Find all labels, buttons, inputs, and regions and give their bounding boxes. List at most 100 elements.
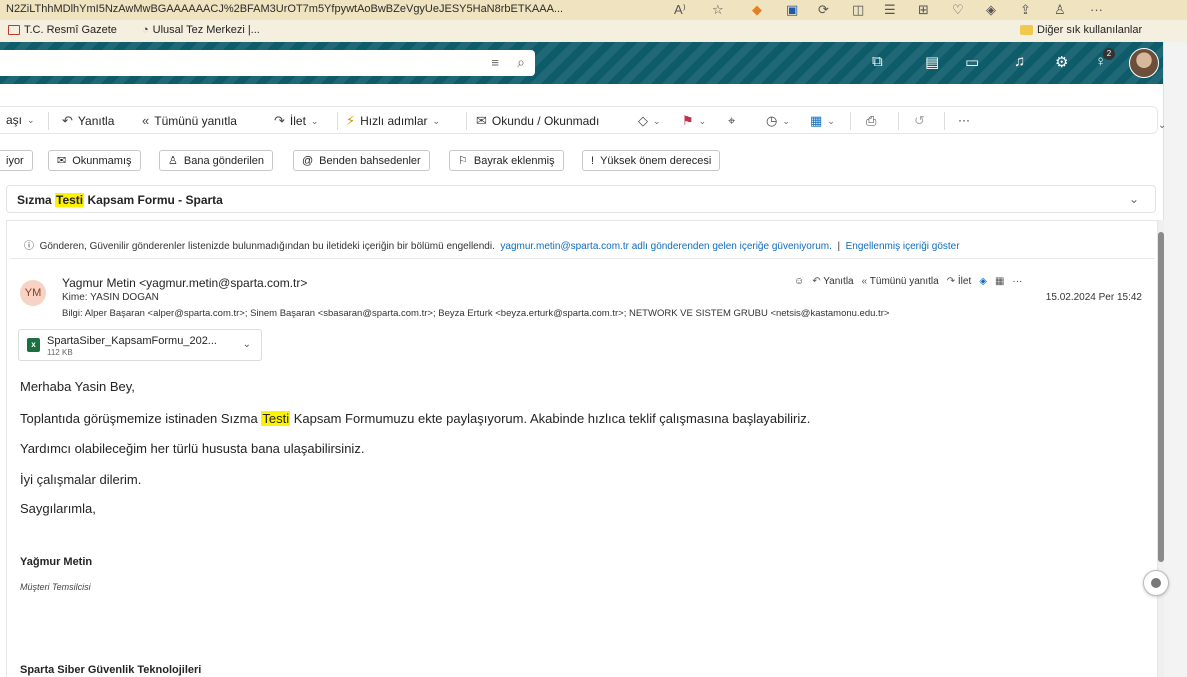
other-favorites[interactable]: Diğer sık kullanılanlar	[1020, 24, 1142, 36]
emoji-reaction-icon[interactable]: ☺	[794, 276, 804, 287]
floating-circle-button[interactable]	[1143, 570, 1169, 596]
settings-gear-icon[interactable]: ⚙	[1055, 53, 1068, 71]
quick-steps-button[interactable]: ⚡ Hızlı adımlar ⌄	[346, 113, 440, 129]
filter-chip-partial[interactable]: iyor	[0, 150, 33, 171]
message-subject-bar[interactable]: Sızma Testi Kapsam Formu - Sparta ⌄	[6, 185, 1156, 213]
excel-file-icon: x	[27, 338, 40, 352]
back-button[interactable]: aşı ⌄	[6, 113, 35, 127]
chevron-down-icon[interactable]: ⌄	[1129, 192, 1139, 206]
more-actions-button[interactable]: ···	[1012, 276, 1022, 287]
exclamation-icon: !	[591, 154, 595, 167]
filter-icon[interactable]: ≡	[491, 55, 499, 70]
snooze-button[interactable]: ◷ ⌄	[766, 113, 790, 129]
read-aloud-icon[interactable]: A⁾	[674, 2, 686, 18]
body-paragraph-3: İyi çalışmalar dilerim.	[20, 472, 142, 487]
body-closing: Saygılarımla,	[20, 501, 96, 516]
divider	[898, 112, 899, 130]
flag-button[interactable]: ⚑ ⌄	[682, 113, 706, 129]
collections-icon[interactable]: ⊞	[918, 2, 929, 18]
reply-button[interactable]: ↶ Yanıtla	[62, 113, 114, 129]
filter-mentions[interactable]: @ Benden bahsedenler	[293, 150, 430, 171]
filter-high-importance[interactable]: ! Yüksek önem derecesi	[582, 150, 721, 171]
share-icon[interactable]: ⇪	[1020, 2, 1031, 18]
filter-flagged[interactable]: ⚐ Bayrak eklenmiş	[449, 150, 564, 171]
divider	[944, 112, 945, 130]
read-unread-button[interactable]: ✉ Okundu / Okunmadı	[476, 113, 599, 129]
browser-address-bar[interactable]: N2ZiLThhMDlhYmI5NzAwMwBGAAAAAACJ%2BFAM3U…	[0, 0, 1187, 20]
subject-title: Sızma Testi Kapsam Formu - Sparta	[17, 193, 223, 207]
clock-icon: ◷	[766, 113, 778, 128]
categorize-button[interactable]: ◇ ⌄	[638, 113, 661, 129]
more-options-icon[interactable]: ···	[1090, 2, 1103, 17]
reply-icon: ↶	[62, 113, 73, 128]
forward-button[interactable]: ↷ İlet	[947, 276, 972, 287]
message-actions: ☺ ↶ Yanıtla « Tümünü yanıtla ↷ İlet ◈ ▦ …	[794, 276, 1022, 287]
search-box[interactable]: ≡ ⌕	[0, 50, 535, 76]
more-actions-button[interactable]: ···	[958, 113, 970, 127]
chat-icon[interactable]: ▭	[965, 53, 979, 71]
forward-icon: ↷	[274, 113, 285, 128]
signature-title: Müşteri Temsilcisi	[20, 582, 91, 592]
show-blocked-content-link[interactable]: Engellenmiş içeriği göster	[846, 241, 960, 252]
filter-to-me[interactable]: ♙ Bana gönderilen	[159, 150, 273, 171]
to-recipients: Kime: YASIN DOGAN	[62, 292, 159, 303]
favorite-star-icon[interactable]: ☆	[712, 2, 724, 18]
metamask-extension-icon[interactable]: ◆	[752, 2, 762, 18]
outlook-header: ≡ ⌕ ⧉ ▤ ▭ ♫ ⚙ ♀ 2	[0, 42, 1163, 84]
divider	[337, 112, 338, 130]
browser-essentials-icon[interactable]: ♡	[952, 2, 964, 18]
body-paragraph-2: Yardımcı olabileceğim her türlü hususta …	[20, 441, 365, 456]
reply-all-button[interactable]: «Tümünü yanıtla	[142, 113, 237, 128]
chevron-down-icon[interactable]: ⌄	[243, 339, 251, 350]
bookmarks-bar: T.C. Resmî Gazete ◔ Ulusal Tez Merkezi |…	[0, 20, 1187, 42]
undo-icon: ↺	[914, 113, 925, 128]
folder-icon	[1020, 25, 1033, 35]
apps-icon[interactable]: ▦	[995, 276, 1004, 287]
copilot-extension-icon[interactable]: ◈	[986, 2, 996, 18]
teams-icon[interactable]: ⧉	[872, 53, 883, 70]
office-icon[interactable]: ▤	[925, 53, 939, 71]
envelope-icon: ✉	[57, 155, 67, 167]
ribbon-collapse-chevron-icon[interactable]: ⌄	[1158, 120, 1166, 131]
message-date: 15.02.2024 Per 15:42	[1045, 292, 1142, 303]
scrollbar-thumb[interactable]	[1158, 232, 1164, 562]
forward-button[interactable]: ↷ İlet ⌄	[274, 113, 318, 129]
chevron-down-icon: ⌄	[827, 115, 835, 126]
divider	[850, 112, 851, 130]
filter-unread[interactable]: ✉ Okunmamış	[48, 150, 141, 171]
loop-icon[interactable]: ◈	[979, 276, 987, 287]
rules-button[interactable]: ▦ ⌄	[810, 113, 835, 129]
divider	[48, 112, 49, 130]
tag-icon: ◇	[638, 113, 648, 128]
reply-all-button[interactable]: « Tümünü yanıtla	[862, 276, 939, 287]
user-avatar[interactable]	[1129, 48, 1159, 78]
split-screen-icon[interactable]: ◫	[852, 2, 864, 18]
bookmark-ulusal-tez[interactable]: ◔ Ulusal Tez Merkezi |...	[142, 24, 260, 36]
person-icon: ♙	[168, 155, 178, 167]
search-icon[interactable]: ⌕	[517, 54, 525, 71]
chevron-down-icon: ⌄	[310, 115, 319, 126]
notification-badge: 2	[1103, 48, 1115, 60]
trust-sender-link[interactable]: yagmur.metin@sparta.com.tr adlı gönderen…	[500, 241, 831, 252]
print-button[interactable]: ⎙	[866, 113, 876, 129]
reply-button[interactable]: ↶ Yanıtla	[812, 276, 853, 287]
bell-icon[interactable]: ♫	[1014, 53, 1025, 70]
at-icon: @	[302, 154, 314, 167]
refresh-extension-icon[interactable]: ⟳	[818, 2, 829, 18]
resmi-gazete-icon	[8, 25, 20, 35]
favorites-icon[interactable]: ☰	[884, 2, 896, 18]
bookmark-resmi-gazete[interactable]: T.C. Resmî Gazete	[8, 24, 117, 36]
sender-name[interactable]: Yagmur Metin <yagmur.metin@sparta.com.tr…	[62, 276, 307, 290]
sender-avatar[interactable]: YM	[20, 280, 46, 306]
flag-icon: ⚐	[458, 155, 468, 167]
attachment-name: SpartaSiber_KapsamFormu_202...	[47, 335, 217, 347]
pin-icon: ⌖	[728, 113, 736, 128]
pin-button[interactable]: ⌖	[728, 113, 735, 129]
address-url[interactable]: N2ZiLThhMDlhYmI5NzAwMwBGAAAAAACJ%2BFAM3U…	[6, 3, 563, 15]
profile-icon[interactable]: ♙	[1054, 2, 1066, 18]
blocked-content-warning: ⓘ Gönderen, Güvenilir gönderenler listen…	[24, 241, 960, 252]
undo-button[interactable]: ↺	[914, 113, 925, 129]
attachment-card[interactable]: x SpartaSiber_KapsamFormu_202... 112 KB …	[18, 329, 262, 361]
extension-icon[interactable]: ▣	[786, 2, 798, 18]
attachment-size: 112 KB	[47, 348, 73, 357]
